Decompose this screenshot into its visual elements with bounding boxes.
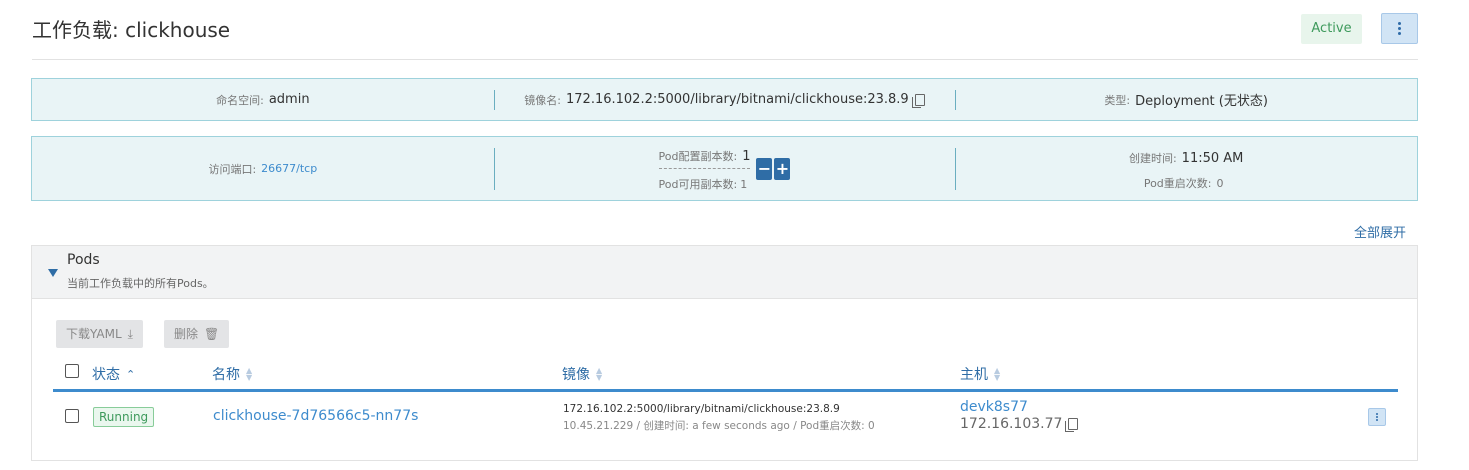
more-actions-button[interactable] (1381, 13, 1418, 44)
replicas-available-value: 1 (740, 178, 748, 191)
column-header-status[interactable]: 状态 ⌃⌄ (92, 364, 135, 384)
image-cell: 镜像名: 172.16.102.2:5000/library/bitnami/c… (494, 79, 956, 120)
replicas-config-label: Pod配置副本数: (658, 150, 738, 163)
pod-host-link[interactable]: devk8s77 (960, 399, 1028, 415)
copy-icon[interactable] (1065, 418, 1079, 432)
column-header-name-label: 名称 (212, 367, 240, 383)
scale-control: Pod配置副本数: 1 Pod可用副本数: 1 − + (658, 145, 791, 192)
download-yaml-button[interactable]: 下载YAML ⤓ (56, 320, 143, 348)
created-stack: 创建时间: 11:50 AM Pod重启次数: 0 (1129, 147, 1243, 191)
pod-host-ip-value: 172.16.103.77 (960, 416, 1063, 432)
page-title: 工作负载: clickhouse (32, 18, 231, 42)
created-row: 创建时间: 11:50 AM (1129, 147, 1243, 166)
kebab-icon (1376, 413, 1378, 421)
pods-title: Pods (67, 252, 100, 268)
pods-header[interactable]: Pods 当前工作负载中的所有Pods。 (32, 246, 1417, 299)
header-divider (32, 59, 1418, 60)
delete-button[interactable]: 删除 🗑 (164, 320, 230, 348)
image-label: 镜像名: (524, 93, 562, 107)
created-cell: 创建时间: 11:50 AM Pod重启次数: 0 (955, 137, 1417, 200)
row-checkbox[interactable] (65, 409, 79, 423)
workload-info-row-2: 访问端口: 26677/tcp Pod配置副本数: 1 Pod可用副本数: 1 − … (31, 136, 1418, 201)
port-link[interactable]: 26677/tcp (261, 162, 317, 175)
pod-name-link[interactable]: clickhouse-7d76566c5-nn77s (213, 408, 418, 424)
pod-host-ip: 172.16.103.77 (960, 416, 1079, 432)
replicas-config-row: Pod配置副本数: 1 (658, 145, 751, 169)
kebab-icon (1398, 22, 1401, 35)
row-actions-button[interactable] (1368, 408, 1386, 426)
namespace-cell: 命名空间: admin (32, 79, 494, 120)
sort-asc-icon: ⌃⌄ (126, 367, 136, 381)
replicas-available-label: Pod可用副本数: (658, 178, 738, 191)
replicas-text: Pod配置副本数: 1 Pod可用副本数: 1 (658, 145, 751, 192)
column-header-name[interactable]: 名称 ▲ ▼ (212, 364, 252, 384)
port-label: 访问端口: (208, 162, 257, 176)
replicas-available-row: Pod可用副本数: 1 (659, 173, 751, 192)
replicas-cell: Pod配置副本数: 1 Pod可用副本数: 1 − + (494, 137, 956, 200)
pod-image: 172.16.102.2:5000/library/bitnami/clickh… (563, 403, 840, 415)
replicas-config-value: 1 (742, 149, 751, 164)
restarts-row: Pod重启次数: 0 (1144, 172, 1229, 191)
status-badge: Active (1301, 14, 1362, 44)
restarts-value: 0 (1216, 176, 1224, 190)
sort-icon: ▲ ▼ (596, 366, 603, 382)
table-header-underline (53, 389, 1398, 392)
decrement-replicas-button[interactable]: − (756, 157, 773, 180)
pods-panel: Pods 当前工作负载中的所有Pods。 下载YAML ⤓ 删除 🗑 状态 ⌃⌄… (31, 245, 1418, 461)
pods-subtitle: 当前工作负载中的所有Pods。 (67, 277, 214, 290)
column-header-status-label: 状态 (92, 367, 120, 383)
namespace-value: admin (268, 92, 310, 107)
caret-down-icon[interactable] (48, 269, 58, 277)
pod-status-badge: Running (93, 407, 155, 427)
column-header-host[interactable]: 主机 ▲ ▼ (960, 364, 1000, 384)
column-header-image[interactable]: 镜像 ▲ ▼ (562, 364, 602, 384)
pod-meta: 10.45.21.229 / 创建时间: a few seconds ago /… (563, 420, 875, 432)
sort-icon: ▲ ▼ (246, 366, 253, 382)
column-header-image-label: 镜像 (562, 367, 590, 383)
trash-icon: 🗑 (204, 327, 220, 341)
select-all-checkbox[interactable] (65, 364, 79, 378)
workload-info-row-1: 命名空间: admin 镜像名: 172.16.102.2:5000/libra… (31, 78, 1418, 121)
type-cell: 类型: Deployment (无状态) (955, 79, 1417, 120)
created-label: 创建时间: (1128, 151, 1177, 165)
increment-replicas-button[interactable]: + (774, 157, 791, 180)
port-cell: 访问端口: 26677/tcp (32, 137, 494, 200)
delete-label: 删除 (174, 327, 199, 341)
download-yaml-label: 下载YAML (66, 327, 122, 341)
sort-icon: ▲ ▼ (994, 366, 1001, 382)
type-label: 类型: (1104, 93, 1131, 107)
namespace-label: 命名空间: (216, 93, 264, 107)
created-value: 11:50 AM (1181, 150, 1244, 166)
download-icon: ⤓ (127, 327, 133, 341)
column-header-host-label: 主机 (960, 367, 988, 383)
expand-all-link[interactable]: 全部展开 (1354, 222, 1406, 241)
type-value: Deployment (无状态) (1135, 94, 1268, 109)
image-value: 172.16.102.2:5000/library/bitnami/clickh… (566, 92, 909, 107)
copy-icon[interactable] (911, 93, 925, 108)
restarts-label: Pod重启次数: (1143, 176, 1212, 190)
